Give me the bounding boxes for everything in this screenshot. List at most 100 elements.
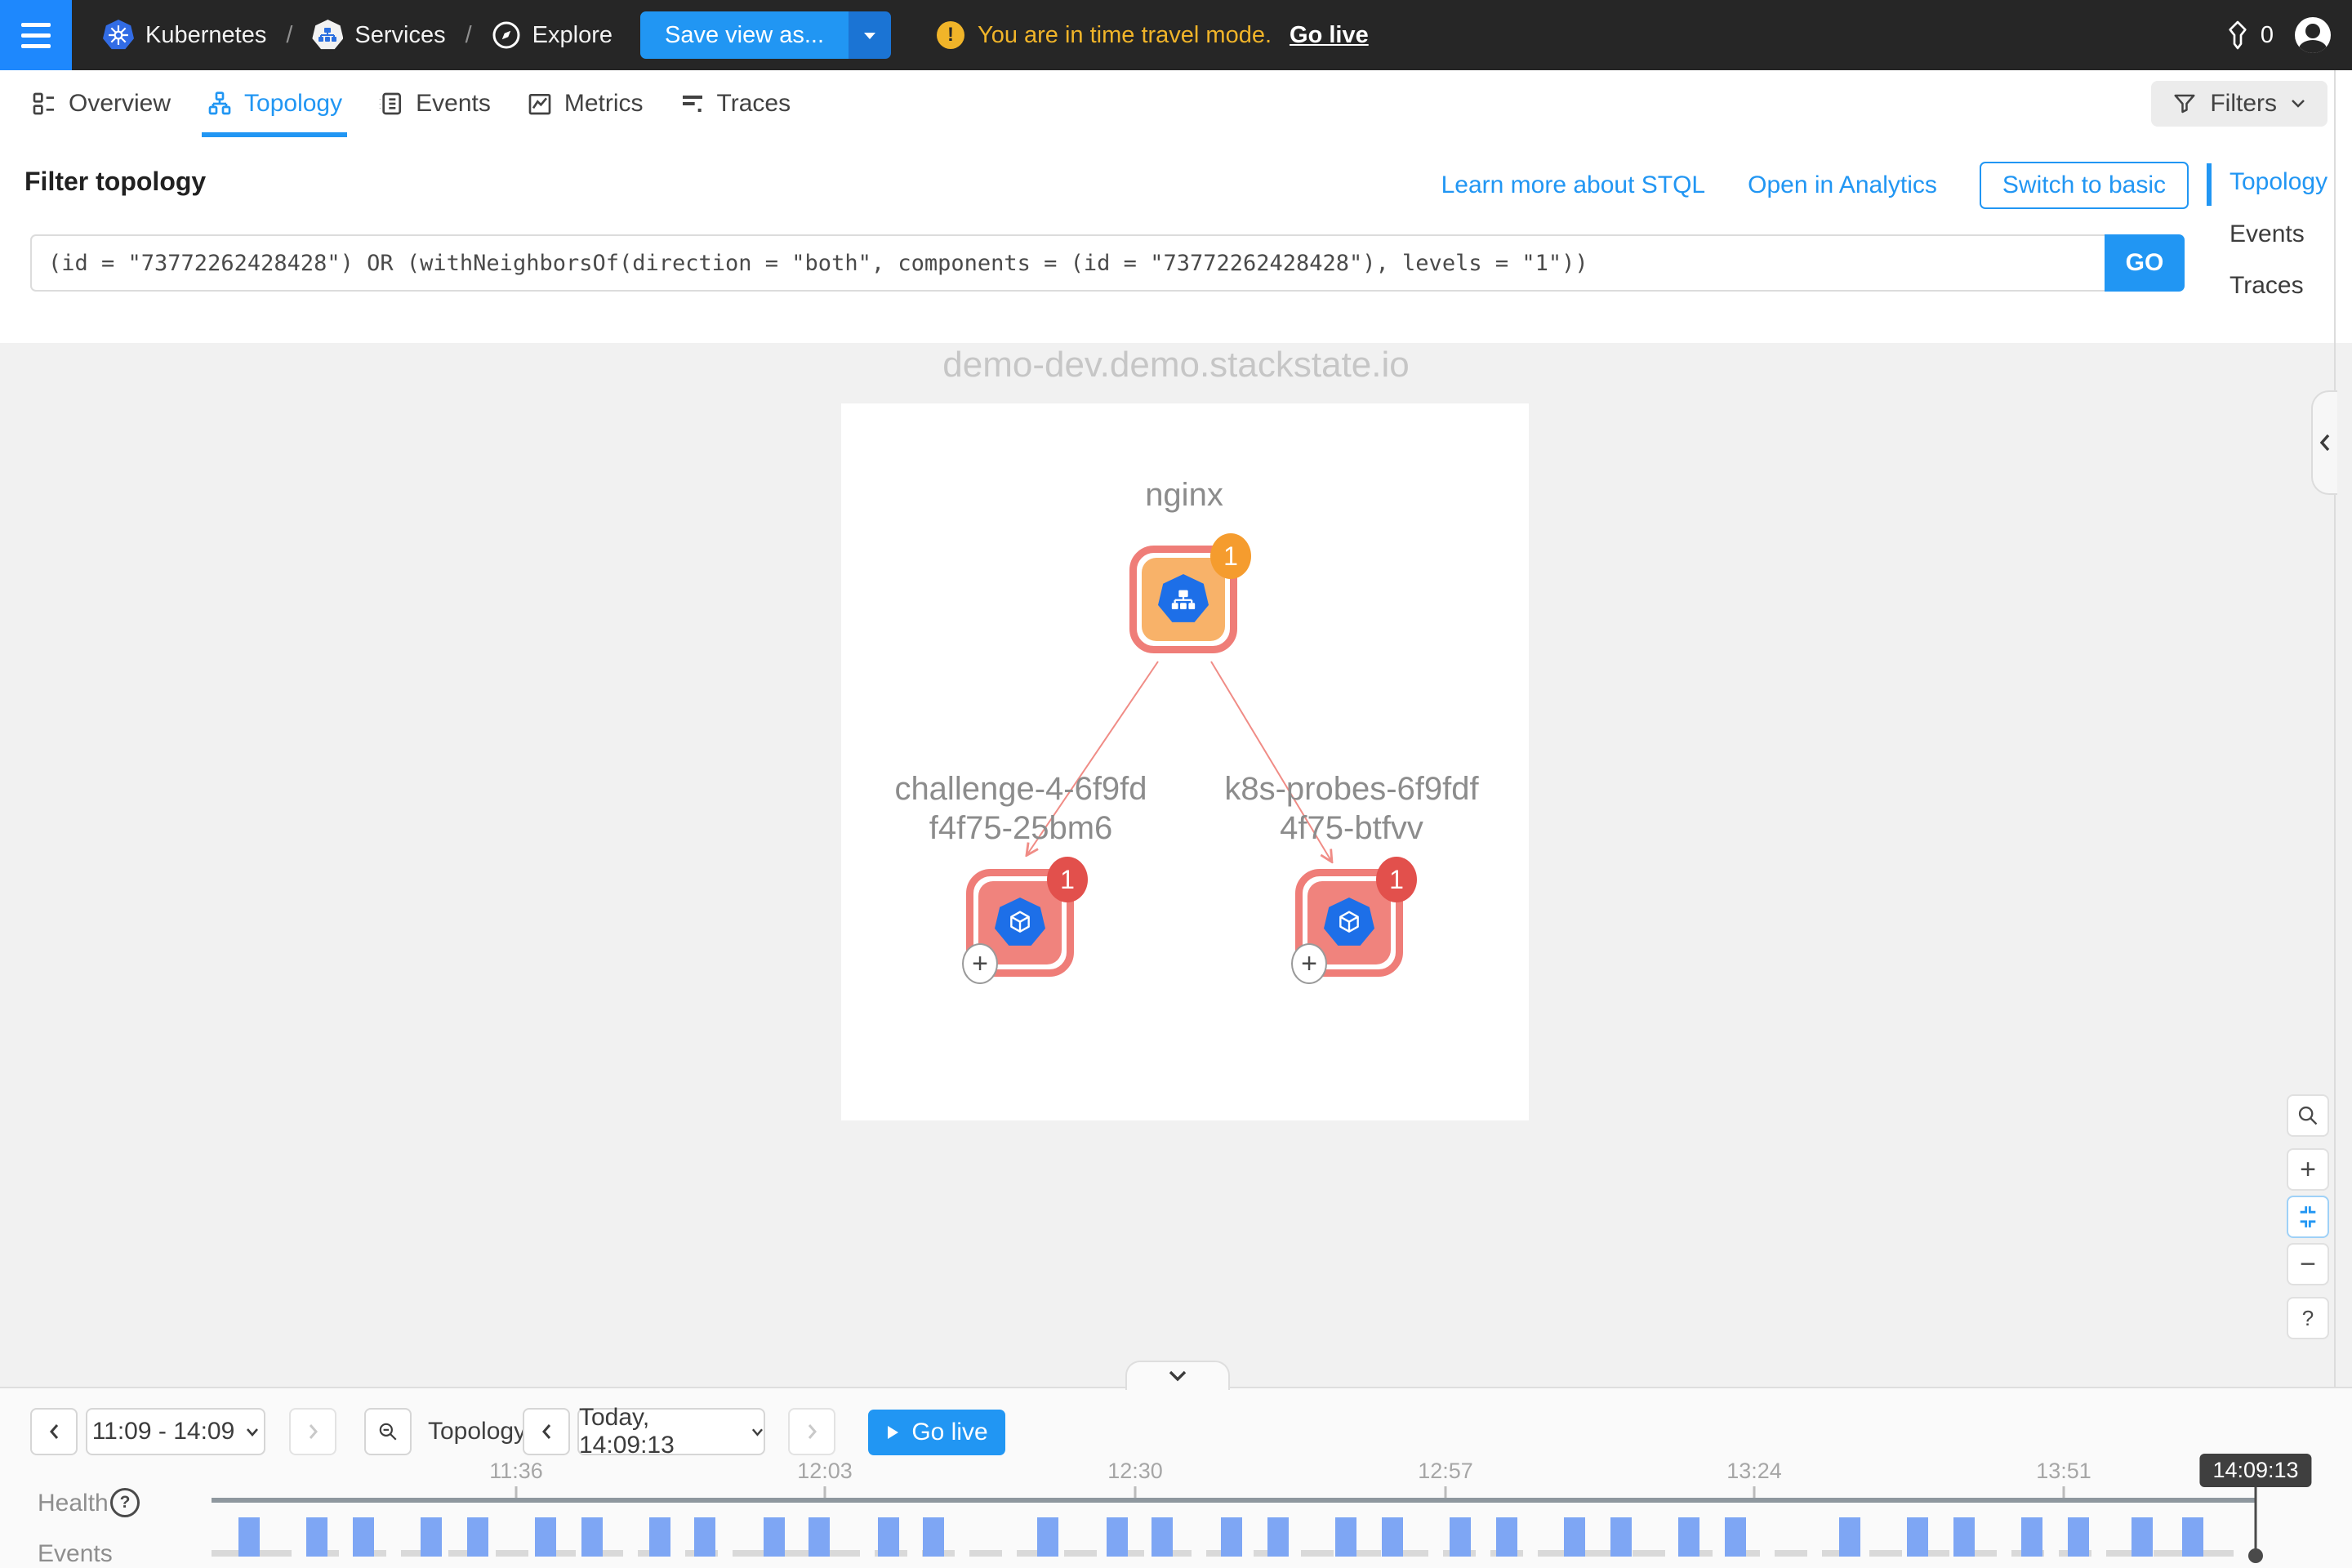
pin-counter[interactable]: 0 — [2225, 20, 2274, 51]
event-bar[interactable] — [581, 1517, 603, 1557]
menu-icon[interactable] — [0, 0, 72, 70]
event-bar[interactable] — [2132, 1517, 2153, 1557]
event-bar[interactable] — [649, 1517, 670, 1557]
traces-icon — [679, 91, 706, 117]
event-bar[interactable] — [1610, 1517, 1632, 1557]
event-bar[interactable] — [1496, 1517, 1517, 1557]
tab-metrics-label: Metrics — [564, 90, 644, 118]
tab-topology[interactable]: Topology — [207, 70, 342, 137]
event-bar[interactable] — [2068, 1517, 2089, 1557]
go-live-link[interactable]: Go live — [1290, 22, 1369, 49]
event-bar[interactable] — [694, 1517, 715, 1557]
event-bar[interactable] — [1335, 1517, 1356, 1557]
filters-button[interactable]: Filters — [2151, 81, 2328, 127]
event-bar[interactable] — [1221, 1517, 1242, 1557]
event-bar[interactable] — [1037, 1517, 1058, 1557]
event-bar[interactable] — [1907, 1517, 1928, 1557]
event-bar[interactable] — [923, 1517, 944, 1557]
filter-panel-links: Learn more about STQL Open in Analytics … — [1441, 162, 2189, 209]
time-cursor-handle[interactable] — [2248, 1548, 2263, 1563]
event-bar[interactable] — [467, 1517, 488, 1557]
collapse-timeline-button[interactable] — [1125, 1361, 1230, 1390]
tab-traces-label: Traces — [717, 90, 791, 118]
event-bar[interactable] — [1450, 1517, 1471, 1557]
node-label-nginx: nginx — [1054, 475, 1315, 514]
health-help-icon[interactable]: ? — [110, 1488, 140, 1517]
breadcrumb-services[interactable]: Services — [312, 20, 445, 51]
event-bar[interactable] — [1107, 1517, 1128, 1557]
node-challenge-pod[interactable]: 1 + — [966, 869, 1074, 977]
event-bar[interactable] — [353, 1517, 374, 1557]
event-bar[interactable] — [238, 1517, 260, 1557]
event-bar[interactable] — [764, 1517, 785, 1557]
tick-mark — [824, 1486, 826, 1498]
save-view-button[interactable]: Save view as... — [640, 11, 849, 59]
map-help-button[interactable]: ? — [2287, 1297, 2329, 1339]
view-type-traces[interactable]: Traces — [2230, 272, 2304, 300]
tab-events-label: Events — [416, 90, 491, 118]
instance-watermark: demo-dev.demo.stackstate.io — [0, 345, 2352, 385]
save-view-split-button: Save view as... — [640, 11, 891, 59]
zoom-in-button[interactable]: + — [2287, 1148, 2329, 1191]
alert-badge[interactable]: 1 — [1376, 857, 1417, 902]
topology-viewport[interactable]: demo-dev.demo.stackstate.io nginx 1 — [0, 343, 2352, 1387]
open-analytics-link[interactable]: Open in Analytics — [1748, 172, 1937, 199]
event-bar[interactable] — [1564, 1517, 1585, 1557]
user-avatar[interactable] — [2295, 17, 2331, 53]
breadcrumb-kubernetes[interactable]: Kubernetes — [103, 20, 266, 51]
view-type-topology[interactable]: Topology — [2230, 168, 2328, 196]
event-bar[interactable] — [306, 1517, 327, 1557]
search-topology-button[interactable] — [2287, 1094, 2329, 1137]
switch-to-basic-button[interactable]: Switch to basic — [1980, 162, 2189, 209]
tab-traces[interactable]: Traces — [679, 70, 791, 137]
tab-metrics[interactable]: Metrics — [527, 70, 644, 137]
stql-help-link[interactable]: Learn more about STQL — [1441, 172, 1706, 199]
event-bar[interactable] — [421, 1517, 442, 1557]
event-bar[interactable] — [535, 1517, 556, 1557]
tick-label: 13:51 — [2036, 1459, 2091, 1484]
expand-node-button[interactable]: + — [1291, 943, 1327, 984]
view-type-events[interactable]: Events — [2230, 220, 2305, 248]
services-icon — [312, 20, 343, 51]
filter-topology-panel: Filter topology Learn more about STQL Op… — [0, 137, 2352, 343]
event-bar[interactable] — [1725, 1517, 1746, 1557]
zoom-out-button[interactable]: − — [2287, 1243, 2329, 1285]
chevron-left-icon — [47, 1423, 60, 1441]
fit-to-screen-button[interactable] — [2287, 1196, 2329, 1238]
time-cursor-line[interactable] — [2255, 1484, 2257, 1554]
event-bar[interactable] — [1382, 1517, 1403, 1557]
go-button[interactable]: GO — [2105, 234, 2185, 292]
health-row-label: Health — [38, 1490, 109, 1517]
breadcrumb-kubernetes-label: Kubernetes — [145, 22, 266, 49]
tick-label: 13:24 — [1726, 1459, 1782, 1484]
event-bar[interactable] — [1953, 1517, 1975, 1557]
events-row-label: Events — [38, 1540, 113, 1568]
event-bar[interactable] — [1839, 1517, 1860, 1557]
tab-overview[interactable]: Overview — [31, 70, 171, 137]
event-bar[interactable] — [2182, 1517, 2203, 1557]
event-bar[interactable] — [1267, 1517, 1289, 1557]
event-bar[interactable] — [2021, 1517, 2042, 1557]
range-back-button[interactable] — [30, 1408, 78, 1455]
tab-events[interactable]: Events — [378, 70, 491, 137]
breadcrumb-explore-label: Explore — [532, 22, 612, 49]
alert-badge[interactable]: 1 — [1047, 857, 1088, 902]
event-bar[interactable] — [808, 1517, 830, 1557]
tick-mark — [1445, 1486, 1447, 1498]
fit-to-screen-icon — [2296, 1205, 2319, 1228]
node-nginx[interactable]: 1 — [1129, 546, 1237, 653]
stql-query-input[interactable] — [30, 234, 2105, 292]
pod-icon — [995, 898, 1045, 948]
event-bar[interactable] — [1678, 1517, 1699, 1557]
event-bar[interactable] — [878, 1517, 899, 1557]
node-probes-pod[interactable]: 1 + — [1295, 869, 1403, 977]
expand-node-button[interactable]: + — [962, 943, 998, 984]
breadcrumb-explore[interactable]: Explore — [492, 20, 612, 50]
tick-label: 11:36 — [489, 1459, 543, 1484]
filter-panel-title: Filter topology — [24, 167, 206, 197]
save-view-caret-icon[interactable] — [849, 11, 891, 59]
event-bar[interactable] — [1152, 1517, 1173, 1557]
timeline-track[interactable]: 11:3612:0312:3012:5713:2413:51 14:09:13 — [212, 1387, 2270, 1568]
alert-badge[interactable]: 1 — [1210, 533, 1251, 579]
collapse-right-panel-button[interactable] — [2311, 390, 2337, 495]
